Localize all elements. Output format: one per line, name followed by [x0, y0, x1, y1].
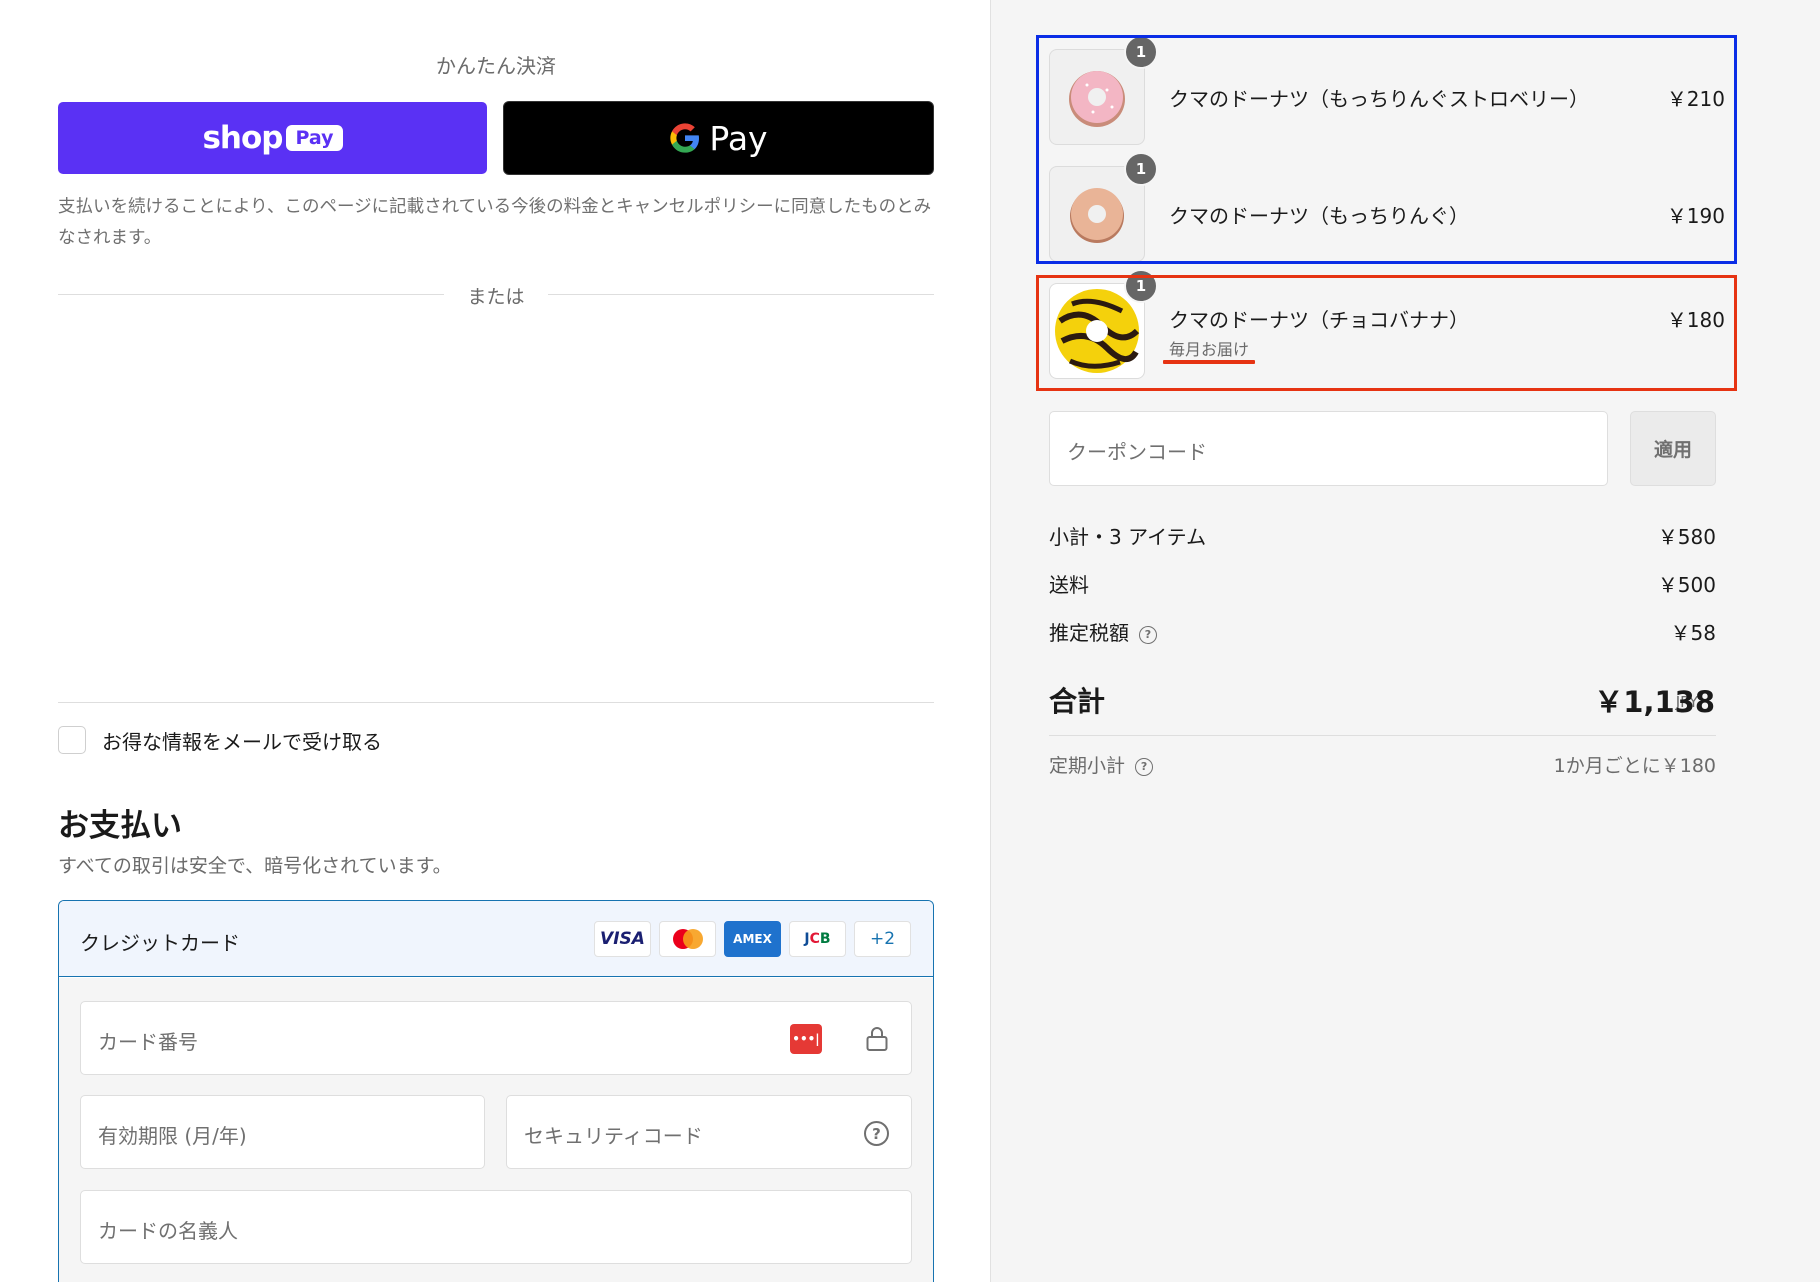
security-code-placeholder: セキュリティコード: [524, 1124, 703, 1148]
coupon-input[interactable]: クーポンコード: [1049, 411, 1608, 486]
credit-card-fields: カード番号 •••| 有効期限 (月/年) セキュリティコード ? カードの名義…: [59, 978, 933, 1282]
or-divider: または: [58, 282, 934, 308]
security-code-field[interactable]: セキュリティコード ?: [506, 1095, 912, 1169]
or-label: または: [467, 286, 525, 308]
total-value: ￥1,138: [1594, 685, 1715, 719]
recurring-label: 定期小計: [1049, 755, 1126, 777]
credit-card-option[interactable]: クレジットカード VISA AMEX JCB +2: [59, 901, 933, 977]
marketing-checkbox-label: お得な情報をメールで受け取る: [102, 729, 382, 754]
order-summary-column: 1 クマのドーナツ（もっちりんぐストロベリー） ￥210 1 クマのドーナツ（も…: [990, 0, 1820, 1282]
more-brands-badge: +2: [854, 921, 911, 957]
expiry-field[interactable]: 有効期限 (月/年): [80, 1095, 485, 1169]
jcb-logo: JCB: [789, 921, 846, 957]
apply-coupon-button[interactable]: 適用: [1630, 411, 1716, 486]
recurring-value: 1か月ごとに￥180: [1553, 755, 1716, 777]
highlight-box-blue: [1036, 35, 1737, 264]
visa-logo: VISA: [594, 921, 651, 957]
tax-value: ￥58: [1670, 621, 1716, 645]
shop-pay-logo-word: shop: [202, 120, 283, 156]
amex-logo: AMEX: [724, 921, 781, 957]
lock-icon: [866, 1027, 888, 1051]
question-icon[interactable]: ?: [864, 1121, 889, 1146]
card-number-placeholder: カード番号: [98, 1030, 198, 1054]
expiry-placeholder: 有効期限 (月/年): [98, 1124, 247, 1148]
tax-row: 推定税額? ￥58: [1049, 617, 1716, 646]
marketing-optin[interactable]: お得な情報をメールで受け取る: [58, 726, 382, 754]
checkout-form-column: かんたん決済 shop Pay Pay 支払いを続けることにより、このページに記…: [0, 0, 990, 1282]
shop-pay-logo-pill: Pay: [286, 125, 343, 151]
tax-label: 推定税額: [1049, 621, 1129, 645]
coupon-placeholder: クーポンコード: [1067, 440, 1207, 464]
google-g-icon: [670, 123, 700, 153]
highlight-box-red: [1036, 275, 1737, 391]
credit-card-title: クレジットカード: [80, 931, 240, 955]
shipping-label: 送料: [1049, 573, 1089, 597]
express-checkout-title: かんたん決済: [436, 54, 556, 78]
subtotal-value: ￥580: [1657, 525, 1716, 549]
subtotal-row: 小計・3 アイテム ￥580: [1049, 521, 1716, 550]
payment-heading: お支払い: [58, 808, 182, 844]
subscription-underline: [1163, 360, 1255, 364]
consent-text: 支払いを続けることにより、このページに記載されている今後の料金とキャンセルポリシ…: [58, 197, 932, 248]
google-pay-word: Pay: [709, 118, 768, 158]
question-icon[interactable]: ?: [1139, 625, 1157, 644]
subtotal-label: 小計・3 アイテム: [1049, 525, 1207, 549]
google-pay-button[interactable]: Pay: [503, 101, 934, 175]
recurring-subtotal-row: 定期小計? 1か月ごとに￥180: [1049, 751, 1716, 778]
payment-subtitle: すべての取引は安全で、暗号化されています。: [58, 855, 452, 877]
password-manager-icon[interactable]: •••|: [790, 1024, 822, 1054]
card-brand-logos: VISA AMEX JCB +2: [594, 921, 911, 957]
card-number-field[interactable]: カード番号 •••|: [80, 1001, 912, 1075]
question-icon[interactable]: ?: [1135, 757, 1154, 776]
total-divider: [1049, 735, 1716, 736]
mastercard-logo: [659, 921, 716, 957]
section-divider: [58, 702, 934, 703]
shipping-value: ￥500: [1657, 573, 1716, 597]
credit-card-method: クレジットカード VISA AMEX JCB +2 カード番号 •••| 有効期…: [58, 900, 934, 1282]
marketing-checkbox[interactable]: [58, 726, 86, 754]
shipping-row: 送料 ￥500: [1049, 569, 1716, 598]
cardholder-name-field[interactable]: カードの名義人: [80, 1190, 912, 1264]
shop-pay-button[interactable]: shop Pay: [58, 102, 487, 174]
total-label: 合計: [1049, 685, 1106, 718]
divider-line-right: [548, 294, 934, 295]
cardholder-name-placeholder: カードの名義人: [98, 1219, 238, 1243]
